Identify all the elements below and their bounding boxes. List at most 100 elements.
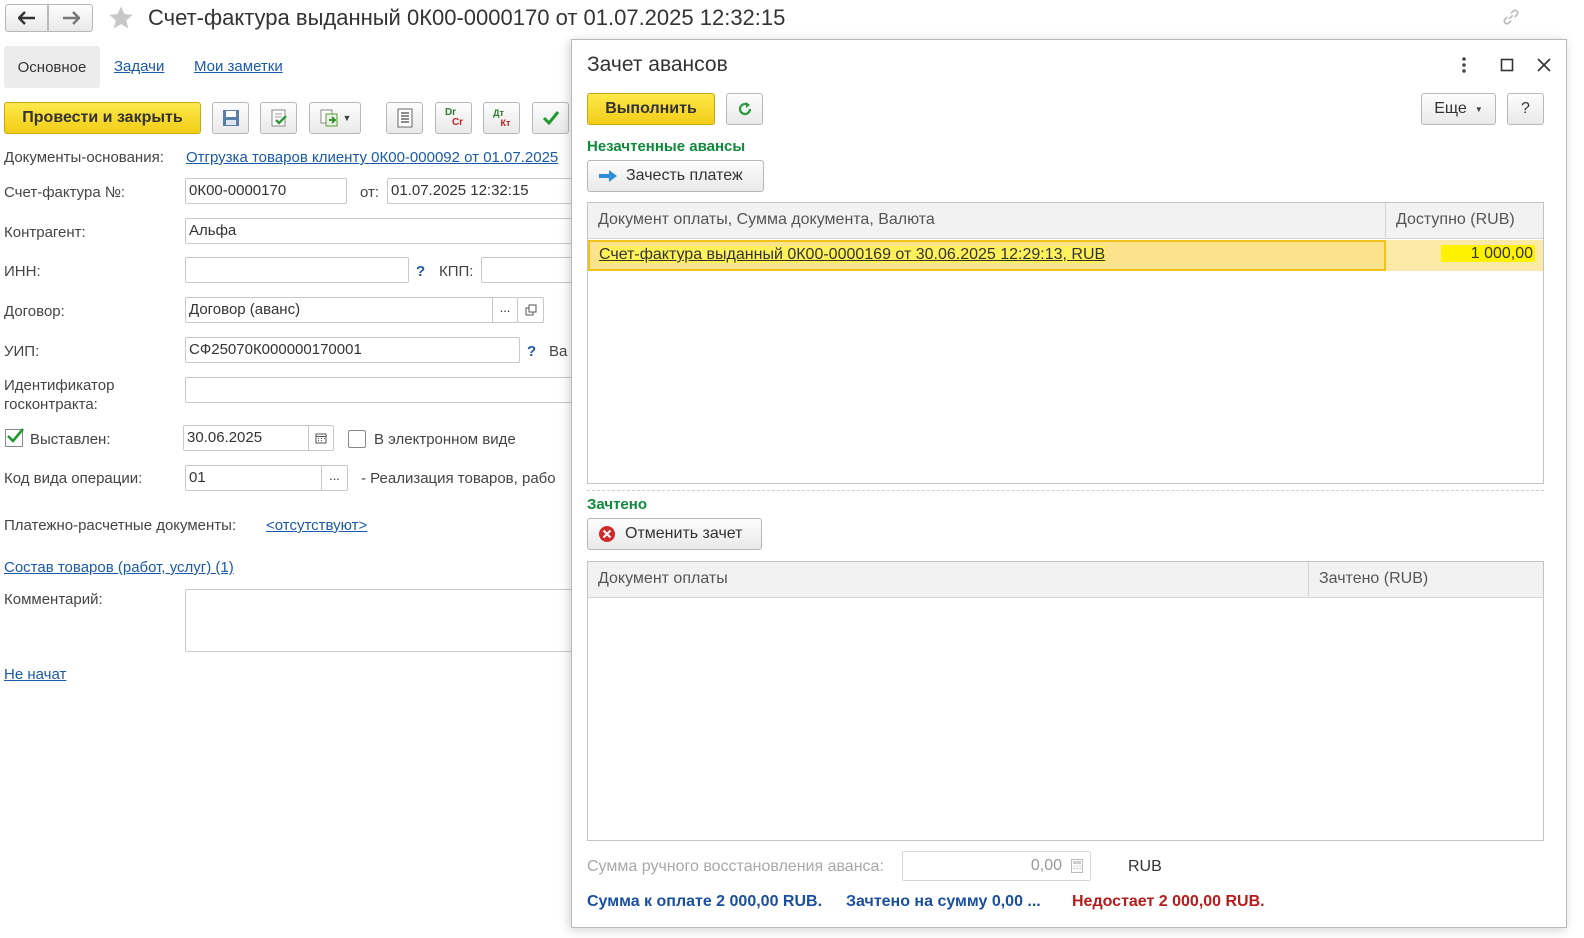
tab-notes[interactable]: Мои заметки — [194, 58, 283, 75]
electronic-label: В электронном виде — [374, 431, 516, 448]
check-button[interactable] — [532, 102, 569, 134]
open-window-icon — [525, 304, 536, 316]
checkmark-icon — [7, 428, 24, 443]
offset-payment-button[interactable]: Зачесть платеж — [587, 160, 764, 192]
calculator-icon — [1071, 859, 1083, 873]
counterparty-field[interactable]: Альфа — [185, 218, 577, 244]
goods-composition-link[interactable]: Состав товаров (работ, услуг) (1) — [4, 559, 234, 576]
more-label: Еще — [1434, 100, 1467, 117]
offset-heading: Зачтено — [587, 496, 647, 513]
dt-kt-button[interactable]: Дт Кт — [483, 102, 520, 134]
create-based-on-button[interactable]: ▼ — [309, 102, 361, 134]
payment-docs-link[interactable]: <отсутствуют> — [266, 517, 367, 534]
dropdown-arrow-icon: ▼ — [342, 113, 352, 123]
journal-button[interactable] — [386, 102, 423, 134]
dots-icon: ... — [329, 468, 340, 483]
advance-offset-dialog: Зачет авансов Выполнить Еще ▼ ? Незачтен… — [571, 39, 1567, 928]
contract-select-button[interactable]: ... — [492, 297, 518, 323]
more-button[interactable]: Еще ▼ — [1421, 93, 1496, 125]
payment-docs-label: Платежно-расчетные документы: — [4, 517, 237, 534]
offset-table: Документ оплаты Зачтено (RUB) — [587, 561, 1544, 841]
column-header-payment-document[interactable]: Документ оплаты — [588, 562, 1309, 596]
table-row[interactable]: Счет-фактура выданный 0К00-0000169 от 30… — [588, 240, 1543, 271]
more-actions-icon[interactable] — [1461, 56, 1475, 76]
forward-button[interactable] — [48, 4, 93, 32]
document-link[interactable]: Счет-фактура выданный 0К00-0000169 от 30… — [599, 246, 1106, 263]
tab-tasks[interactable]: Задачи — [114, 58, 164, 75]
comment-field[interactable] — [185, 589, 577, 652]
arrow-left-icon — [17, 11, 35, 25]
column-header-document[interactable]: Документ оплаты, Сумма документа, Валюта — [588, 203, 1386, 237]
table-cell-document[interactable]: Счет-фактура выданный 0К00-0000169 от 30… — [588, 240, 1386, 271]
invoice-number-field[interactable]: 0К00-0000170 — [185, 178, 347, 204]
cancel-offset-button[interactable]: Отменить зачет — [587, 518, 762, 550]
offset-payment-label: Зачесть платеж — [626, 167, 743, 184]
calendar-icon — [315, 433, 327, 444]
favorite-star-icon[interactable] — [106, 4, 136, 36]
kt-label: Кт — [500, 118, 511, 128]
dt-label: Дт — [493, 108, 504, 118]
base-docs-link[interactable]: Отгрузка товаров клиенту 0К00-000092 от … — [186, 149, 570, 166]
refresh-button[interactable] — [726, 93, 763, 125]
manual-restore-field[interactable]: 0,00 — [902, 851, 1091, 881]
uip-field[interactable]: СФ25070К000000170001 — [185, 337, 520, 363]
maximize-icon[interactable] — [1500, 58, 1514, 76]
issued-date-field[interactable]: 30.06.2025 — [183, 425, 309, 451]
uip-help-icon[interactable]: ? — [527, 343, 536, 360]
kpp-label: КПП: — [439, 263, 474, 280]
invoice-date-field[interactable]: 01.07.2025 12:32:15 — [387, 178, 577, 204]
post-button[interactable] — [260, 102, 297, 134]
op-code-select-button[interactable]: ... — [321, 465, 348, 491]
help-label: ? — [1521, 100, 1530, 117]
link-icon[interactable] — [1500, 6, 1522, 32]
cancel-circle-icon — [599, 526, 615, 542]
tab-main[interactable]: Основное — [4, 46, 100, 88]
gov-contract-id-field[interactable] — [185, 377, 577, 403]
uip-tail-text: Ва — [549, 343, 568, 360]
contract-open-button[interactable] — [517, 297, 544, 323]
post-and-close-button[interactable]: Провести и закрыть — [4, 102, 201, 134]
manual-restore-label: Сумма ручного восстановления аванса: — [587, 858, 884, 875]
calendar-button[interactable] — [308, 425, 334, 451]
from-label: от: — [360, 184, 380, 201]
help-button[interactable]: ? — [1507, 93, 1544, 125]
arrow-right-icon — [599, 170, 617, 182]
post-document-icon — [271, 109, 287, 127]
electronic-checkbox[interactable] — [348, 430, 366, 448]
kpp-field[interactable] — [481, 257, 577, 283]
summary-to-pay: Сумма к оплате 2 000,00 RUB. — [587, 893, 823, 910]
gov-contract-id-label-line2: госконтракта: — [4, 396, 98, 413]
inn-help-icon[interactable]: ? — [416, 263, 425, 280]
create-based-icon — [320, 109, 338, 127]
dots-icon: ... — [499, 300, 511, 315]
floppy-icon — [222, 110, 239, 126]
column-header-offset-amount[interactable]: Зачтено (RUB) — [1309, 562, 1543, 596]
section-divider — [587, 490, 1544, 491]
cancel-offset-label: Отменить зачет — [625, 525, 743, 542]
status-link[interactable]: Не начат — [4, 666, 66, 683]
column-header-available[interactable]: Доступно (RUB) — [1386, 203, 1543, 237]
save-button[interactable] — [212, 102, 249, 134]
contract-field[interactable]: Договор (аванс) — [185, 297, 493, 323]
inn-field[interactable] — [185, 257, 409, 283]
execute-button[interactable]: Выполнить — [587, 93, 715, 125]
gov-contract-id-label-line1: Идентификатор — [4, 377, 115, 394]
inn-label: ИНН: — [4, 263, 41, 280]
refresh-icon — [738, 102, 751, 116]
table-header: Документ оплаты Зачтено (RUB) — [588, 562, 1543, 598]
close-icon[interactable] — [1536, 57, 1552, 77]
tab-main-label: Основное — [17, 58, 87, 76]
cr-label: Cr — [451, 117, 464, 128]
table-cell-available: 1 000,00 — [1386, 240, 1543, 271]
back-button[interactable] — [5, 4, 48, 32]
table-header: Документ оплаты, Сумма документа, Валюта… — [588, 203, 1543, 239]
issued-checkbox[interactable] — [5, 428, 24, 447]
op-code-label: Код вида операции: — [4, 470, 143, 487]
unoffset-advances-heading: Незачтенные авансы — [587, 138, 746, 155]
comment-label: Комментарий: — [4, 591, 103, 608]
dr-cr-button[interactable]: Dr Cr — [435, 102, 472, 134]
summary-missing: Недостает 2 000,00 RUB. — [1072, 893, 1265, 910]
op-code-field[interactable]: 01 — [185, 465, 322, 491]
currency-label: RUB — [1128, 858, 1162, 875]
contract-label: Договор: — [4, 303, 65, 320]
